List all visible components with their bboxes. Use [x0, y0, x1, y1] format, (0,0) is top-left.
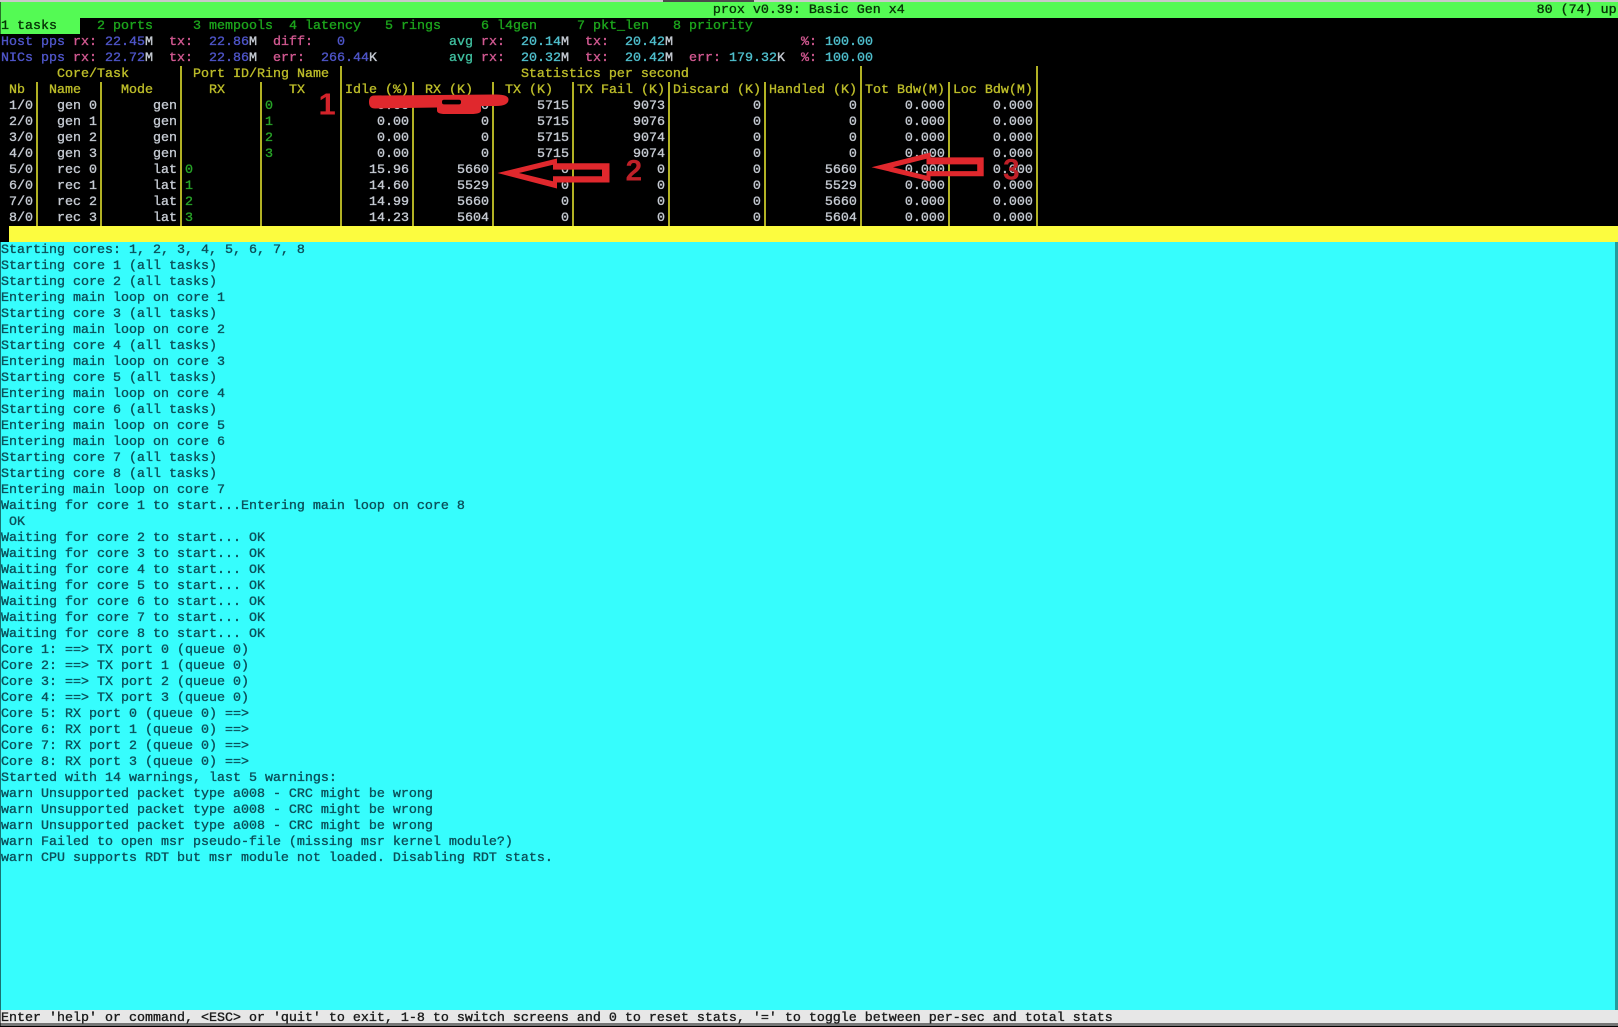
svg-text:3: 3 [1003, 154, 1020, 187]
svg-text:2: 2 [626, 155, 643, 188]
svg-text:1: 1 [319, 87, 336, 122]
